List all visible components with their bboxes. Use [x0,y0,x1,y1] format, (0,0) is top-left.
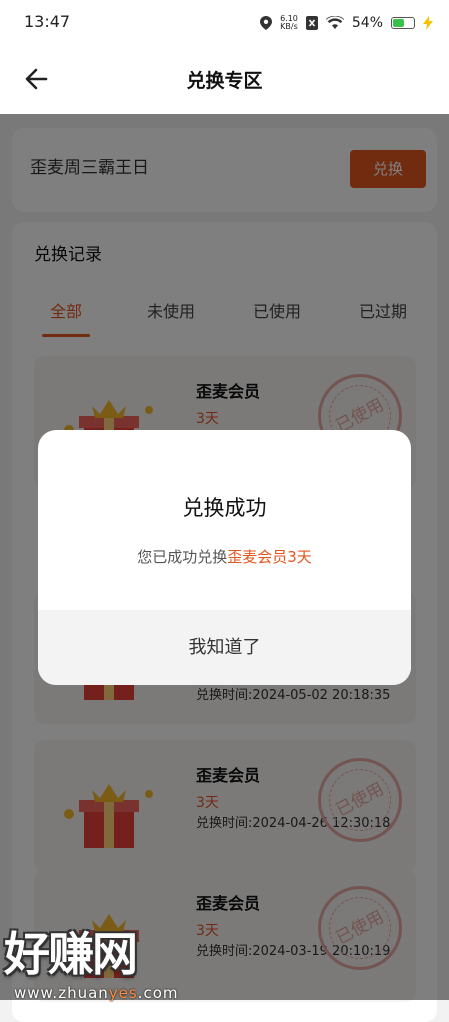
location-icon [260,16,273,30]
back-button[interactable] [20,62,54,96]
watermark-url: www.zhuanyes.com [14,984,179,1002]
dialog-message: 您已成功兑换歪麦会员3天 [137,548,312,566]
charging-icon [423,16,433,30]
battery-percent: 54% [351,15,383,31]
battery-icon [391,17,415,29]
status-bar: 13:47 6.10 KB/s 54% [0,0,449,46]
page-title: 兑换专区 [186,70,263,92]
header: 兑换专区 [0,46,449,114]
status-time: 13:47 [24,12,71,31]
acknowledge-button[interactable]: 我知道了 [38,610,411,685]
wifi-icon [325,16,344,29]
success-dialog: 兑换成功 您已成功兑换歪麦会员3天 我知道了 [38,430,411,685]
network-speed: 6.10 KB/s [280,14,298,31]
watermark: 好赚网 www.zhuanyes.com [4,918,194,1002]
sim-icon [305,16,318,30]
watermark-text: 好赚网 [4,927,138,981]
battery-level [393,19,404,27]
dialog-highlight: 歪麦会员3天 [227,548,312,566]
arrow-left-icon [25,68,48,90]
status-icons: 6.10 KB/s 54% [260,12,433,34]
dialog-title: 兑换成功 [182,496,267,520]
